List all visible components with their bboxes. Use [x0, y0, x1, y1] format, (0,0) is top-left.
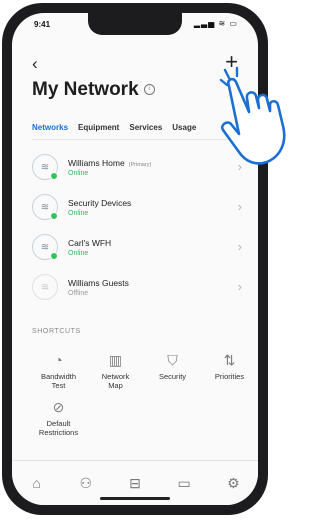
priority-list-icon: ⇅	[223, 351, 236, 368]
chevron-right-icon: ›	[237, 279, 242, 294]
shortcut-network-map[interactable]: ▥ Network Map	[87, 351, 144, 390]
gear-icon[interactable]: ⚙	[220, 470, 246, 496]
device-notch	[88, 13, 182, 35]
restrictions-icon: ⊘	[52, 398, 65, 415]
online-dot	[50, 212, 58, 220]
wifi-icon: ≋	[32, 154, 58, 180]
network-tag: (Primary)	[128, 161, 152, 168]
page-title: My Network i	[32, 79, 155, 101]
network-row[interactable]: ≋ Carl's WFH Online ›	[28, 227, 242, 267]
network-row[interactable]: ≋ Williams Guests Offline ›	[28, 267, 242, 307]
shortcut-label: Default Restrictions	[38, 419, 79, 437]
status-time: 9:41	[34, 20, 51, 29]
network-list: ≋ Williams Home (Primary) Online › ≋ Secu…	[28, 147, 242, 307]
shortcut-priorities[interactable]: ⇅ Priorities	[201, 351, 258, 390]
network-name: Carl's WFH	[68, 237, 112, 248]
shortcuts-heading: SHORTCUTS	[32, 328, 81, 335]
home-indicator	[100, 497, 170, 500]
page-title-text: My Network	[32, 79, 139, 100]
tab-networks[interactable]: Networks	[32, 123, 68, 136]
people-icon[interactable]: ⚇	[73, 470, 99, 496]
tab-equipment[interactable]: Equipment	[78, 123, 119, 136]
wifi-icon: ≋	[32, 194, 58, 220]
network-status: Offline	[68, 289, 89, 297]
monitor-icon[interactable]: ▭	[171, 470, 197, 496]
wifi-icon: ≋	[32, 274, 58, 300]
back-button[interactable]: ‹	[32, 55, 38, 72]
shield-icon: ⛉	[167, 351, 178, 368]
info-icon[interactable]: i	[143, 84, 155, 96]
network-name: Williams Guests	[68, 277, 129, 288]
status-icons: ▂▃▅ ≋ ▭	[193, 19, 238, 28]
network-name-text: Williams Home	[68, 157, 125, 168]
network-status: Online	[68, 249, 89, 257]
shortcut-label: Network Map	[101, 372, 130, 390]
map-icon: ▥	[108, 351, 123, 368]
online-dot	[50, 172, 58, 180]
tab-usage[interactable]: Usage	[172, 123, 196, 136]
shortcut-label: Bandwidth Test	[40, 372, 77, 390]
tab-services[interactable]: Services	[129, 123, 162, 136]
shortcut-bandwidth-test[interactable]: ◔ Bandwidth Test	[30, 351, 87, 390]
speedometer-icon: ◔	[54, 352, 63, 368]
shortcut-default-restrictions[interactable]: ⊘ Default Restrictions	[30, 398, 87, 437]
shortcut-label: Priorities	[214, 372, 245, 381]
network-status: Online	[68, 169, 89, 177]
home-icon[interactable]: ⌂	[24, 470, 50, 496]
chevron-right-icon: ›	[237, 199, 242, 214]
online-dot	[50, 252, 58, 260]
network-row[interactable]: ≋ Security Devices Online ›	[28, 187, 242, 227]
wifi-icon: ≋	[32, 234, 58, 260]
shortcut-security[interactable]: ⛉ Security	[144, 351, 201, 390]
shortcut-label: Security	[158, 372, 187, 381]
shortcuts-grid: ◔ Bandwidth Test ▥ Network Map ⛉ Security …	[30, 351, 258, 438]
router-icon[interactable]: ⊟	[122, 470, 148, 496]
tapping-hand-icon	[219, 66, 286, 165]
network-name: Security Devices	[68, 197, 132, 208]
network-status: Online	[68, 209, 89, 217]
network-name: Williams Home (Primary)	[68, 158, 151, 168]
chevron-right-icon: ›	[237, 239, 242, 254]
network-row[interactable]: ≋ Williams Home (Primary) Online ›	[28, 147, 242, 187]
